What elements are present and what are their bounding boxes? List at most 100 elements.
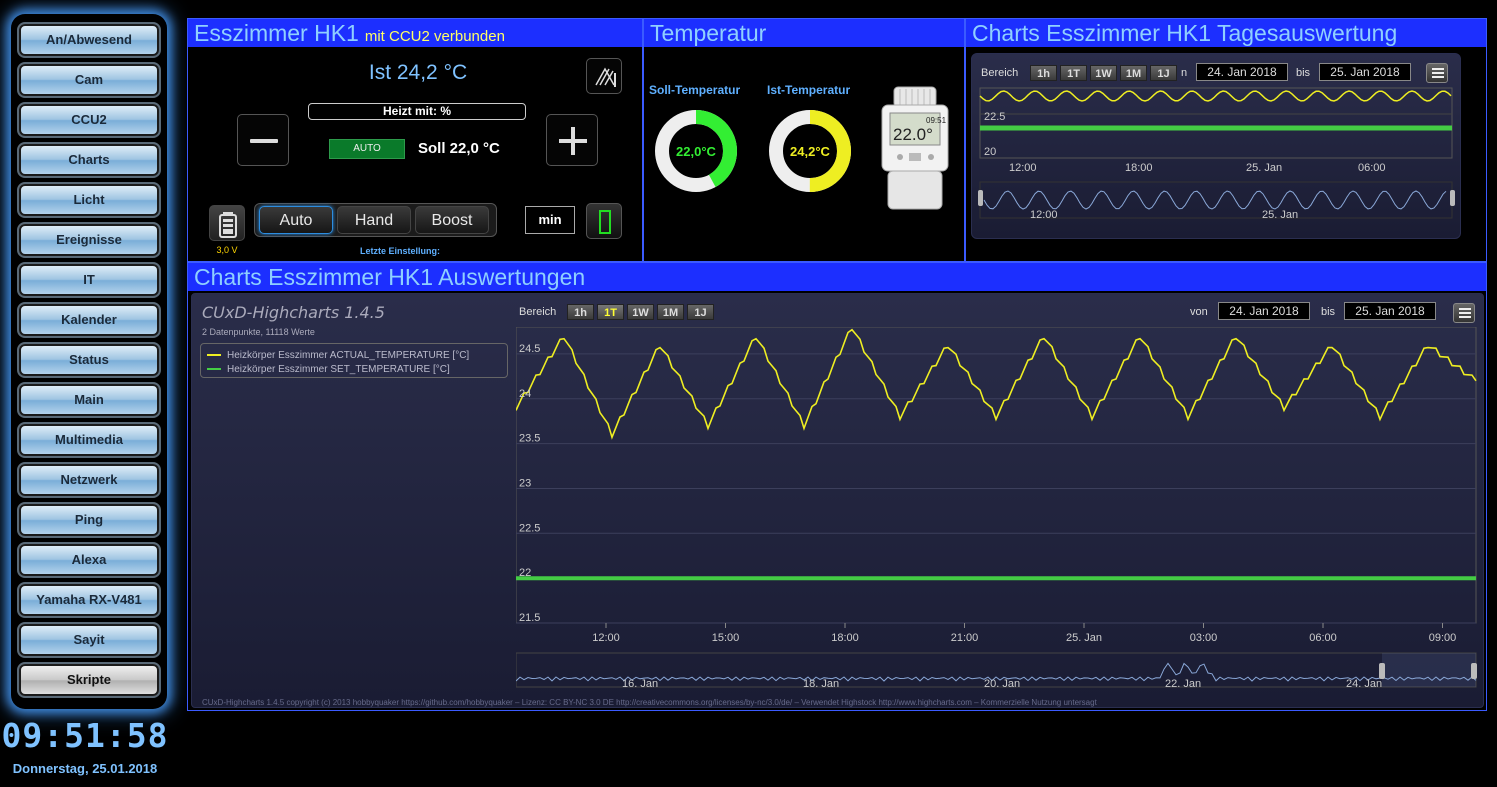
tages-chart-panel: Charts Esszimmer HK1 Tagesauswertung Ber… xyxy=(965,18,1487,262)
sidebar-item-0[interactable]: An/Abwesend xyxy=(19,24,159,56)
sidebar-item-1[interactable]: Cam xyxy=(19,64,159,96)
mode-auto-button[interactable]: Auto xyxy=(259,206,333,234)
minus-icon xyxy=(250,139,278,143)
main-nav-handle-right[interactable] xyxy=(1471,663,1477,679)
navigator-selection[interactable] xyxy=(1382,653,1476,687)
auswert-range-1j[interactable]: 1J xyxy=(687,304,714,320)
tages-range-1t[interactable]: 1T xyxy=(1060,65,1087,81)
auswert-panel-header: Charts Esszimmer HK1 Auswertungen xyxy=(188,263,1486,291)
heating-icon-button[interactable] xyxy=(586,58,622,94)
clock-time: 09:51:58 xyxy=(1,716,169,755)
tages-actual-line xyxy=(979,90,1452,102)
sidebar-item-12[interactable]: Ping xyxy=(19,504,159,536)
navigator-tick-label: 20. Jan xyxy=(984,678,1020,690)
sidebar-item-5[interactable]: Ereignisse xyxy=(19,224,159,256)
soll-temperature: Soll 22,0 °C xyxy=(418,140,500,157)
soll-gauge-label: Soll-Temperatur xyxy=(649,83,741,97)
main-series-group xyxy=(516,328,1477,581)
ist-gauge-label: Ist-Temperatur xyxy=(767,83,851,97)
sidebar-item-2[interactable]: CCU2 xyxy=(19,104,159,136)
window-icon xyxy=(599,210,611,234)
tages-panel-header: Charts Esszimmer HK1 Tagesauswertung xyxy=(966,19,1486,47)
legend-item-actual[interactable]: Heizkörper Esszimmer ACTUAL_TEMPERATURE … xyxy=(207,350,469,361)
sidebar-item-9[interactable]: Main xyxy=(19,384,159,416)
main-nav-handle-left[interactable] xyxy=(1379,663,1385,679)
sidebar-item-15[interactable]: Sayit xyxy=(19,624,159,656)
tages-xtick-0: 12:00 xyxy=(1009,162,1037,174)
x-tick-label: 15:00 xyxy=(712,632,740,644)
auswert-von-date[interactable]: 24. Jan 2018 xyxy=(1218,302,1310,320)
tages-nav-handle-left[interactable] xyxy=(978,190,983,206)
auswert-range-1w[interactable]: 1W xyxy=(627,304,654,320)
battery-icon xyxy=(219,212,237,238)
tages-nav-tick-0: 12:00 xyxy=(1030,209,1058,221)
tages-ytick-0: 22.5 xyxy=(984,111,1005,123)
y-tick-label: 22 xyxy=(519,567,531,579)
tages-range-1h[interactable]: 1h xyxy=(1030,65,1057,81)
tages-bis-date[interactable]: 25. Jan 2018 xyxy=(1319,63,1411,81)
legend-item-set[interactable]: Heizkörper Esszimmer SET_TEMPERATURE [°C… xyxy=(207,364,450,375)
boost-minutes-field[interactable]: min xyxy=(525,206,575,234)
x-tick-label: 09:00 xyxy=(1429,632,1457,644)
window-button[interactable] xyxy=(586,203,622,239)
auswert-bis-label: bis xyxy=(1321,306,1336,318)
mode-hand-button[interactable]: Hand xyxy=(337,206,411,234)
main-chart-svg: 24.5 24 23.5 23 22.5 22 21.5 12:00 15:00 18:00 21:… xyxy=(516,327,1477,690)
navigator-tick-label: 18. Jan xyxy=(803,678,839,690)
tages-bereich-label: Bereich xyxy=(981,67,1019,79)
tages-title: Charts Esszimmer HK1 Tagesauswertung xyxy=(972,20,1398,46)
y-tick-label: 24.5 xyxy=(519,343,540,355)
navigator-ticks: 16. Jan 18. Jan 20. Jan 22. Jan 24. Jan xyxy=(622,678,1382,690)
sidebar-item-11[interactable]: Netzwerk xyxy=(19,464,159,496)
auswert-range-1t[interactable]: 1T xyxy=(597,304,624,320)
ist-gauge-value: 24,2°C xyxy=(790,144,830,159)
clock-date: Donnerstag, 25.01.2018 xyxy=(12,761,158,776)
main-ticks: 24.5 24 23.5 23 22.5 22 21.5 12:00 15:00 18:00 21:… xyxy=(519,343,1456,644)
sidebar-item-8[interactable]: Status xyxy=(19,344,159,376)
plus-button[interactable] xyxy=(546,114,598,166)
navigator-tick-label: 16. Jan xyxy=(622,678,658,690)
auswert-chart-panel: Charts Esszimmer HK1 Auswertungen CUxD-H… xyxy=(187,262,1487,711)
tages-range-1m[interactable]: 1M xyxy=(1120,65,1147,81)
sidebar-item-3[interactable]: Charts xyxy=(19,144,159,176)
tages-xtick-1: 18:00 xyxy=(1125,162,1153,174)
auto-mode-badge: AUTO xyxy=(329,139,405,159)
tages-von-label: n xyxy=(1181,67,1188,79)
legend-set-label: Heizkörper Esszimmer SET_TEMPERATURE [°C… xyxy=(227,364,450,375)
battery-button[interactable] xyxy=(209,205,245,241)
sidebar-item-13[interactable]: Alexa xyxy=(19,544,159,576)
sidebar-item-16[interactable]: Skripte xyxy=(19,664,159,696)
auswert-bis-date[interactable]: 25. Jan 2018 xyxy=(1344,302,1436,320)
device-display-time: 09:51 xyxy=(926,116,947,125)
radiator-icon xyxy=(595,67,616,87)
navigator-tick-label: 22. Jan xyxy=(1165,678,1201,690)
sidebar-item-7[interactable]: Kalender xyxy=(19,304,159,336)
auswert-range-1m[interactable]: 1M xyxy=(657,304,684,320)
room-panel-header: Esszimmer HK1 mit CCU2 verbunden xyxy=(188,19,642,47)
sidebar-item-10[interactable]: Multimedia xyxy=(19,424,159,456)
tages-xtick-2: 25. Jan xyxy=(1246,162,1282,174)
auswert-range-1h[interactable]: 1h xyxy=(567,304,594,320)
tages-nav-handle-right[interactable] xyxy=(1450,190,1455,206)
y-tick-label: 22.5 xyxy=(519,522,540,534)
tages-von-date[interactable]: 24. Jan 2018 xyxy=(1196,63,1288,81)
tages-range-1w[interactable]: 1W xyxy=(1090,65,1117,81)
battery-voltage: 3,0 V xyxy=(216,245,238,255)
series-0-line xyxy=(516,328,1477,440)
mode-boost-button[interactable]: Boost xyxy=(415,206,489,234)
auswert-menu-button[interactable] xyxy=(1453,303,1475,323)
highcharts-copyright: CUxD-Highcharts 1.4.5 copyright (c) 2013… xyxy=(202,698,1097,707)
tages-range-1j[interactable]: 1J xyxy=(1150,65,1177,81)
minus-button[interactable] xyxy=(237,114,289,166)
letzte-einstellung: Letzte Einstellung: xyxy=(360,246,441,256)
device-display-temp: 22.0° xyxy=(893,125,933,144)
auswert-von-label: von xyxy=(1190,306,1208,318)
sidebar-item-14[interactable]: Yamaha RX-V481 xyxy=(19,584,159,616)
tages-nav-tick-1: 25. Jan xyxy=(1262,209,1298,221)
sidebar-item-4[interactable]: Licht xyxy=(19,184,159,216)
x-tick-label: 18:00 xyxy=(831,632,859,644)
sidebar-item-6[interactable]: IT xyxy=(19,264,159,296)
y-tick-label: 21.5 xyxy=(519,612,540,624)
tages-menu-button[interactable] xyxy=(1426,63,1448,83)
y-tick-label: 24 xyxy=(519,388,531,400)
